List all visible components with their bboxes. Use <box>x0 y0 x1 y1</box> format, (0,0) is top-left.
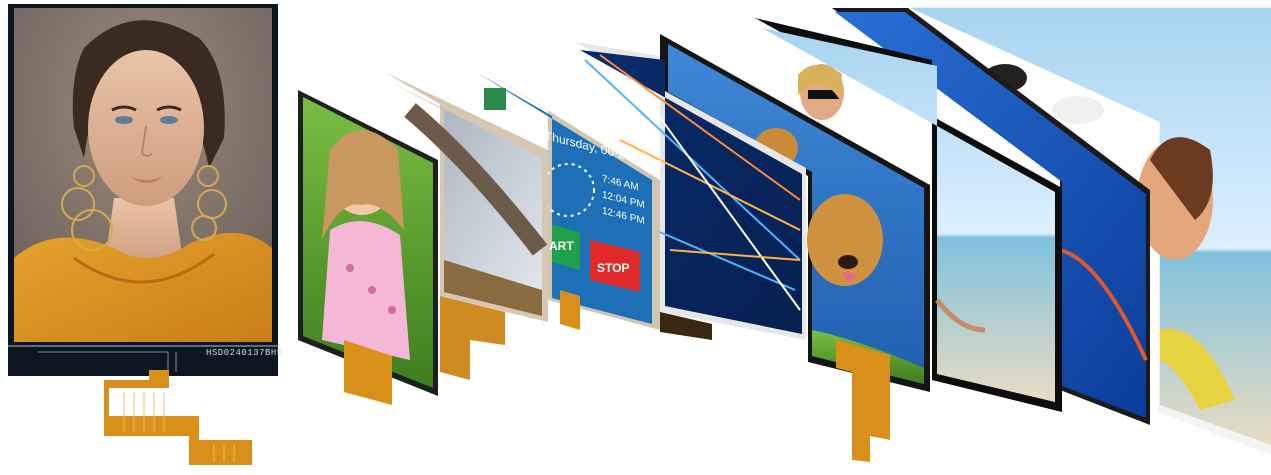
start-button-label: ART <box>549 239 574 253</box>
lcd-product-collage: HSD0240137BH5 Thursday, 06-27-2014 7:46 … <box>0 0 1271 475</box>
stop-button-label: STOP <box>597 261 629 275</box>
display-layer-stack: Thursday, 06-27-2014 7:46 AM 12:04 PM 12… <box>298 6 1271 462</box>
